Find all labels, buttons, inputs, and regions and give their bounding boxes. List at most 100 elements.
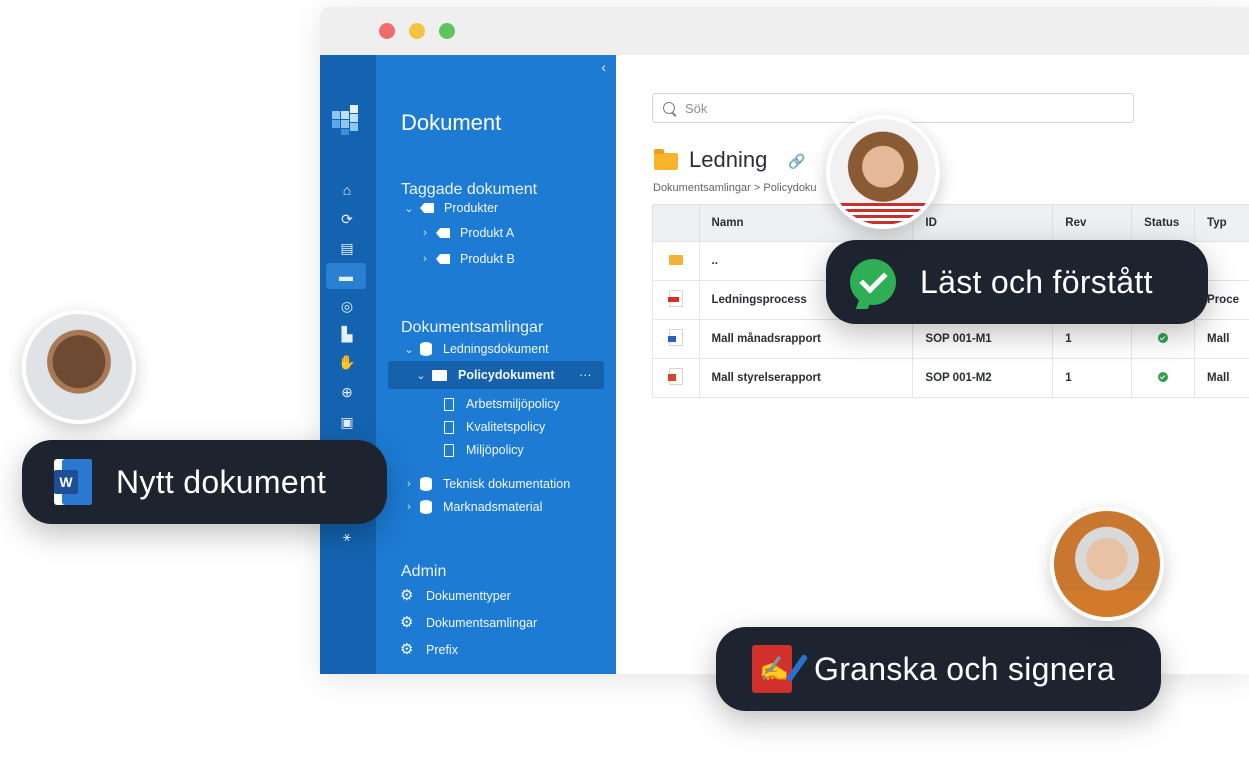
- sidebar-item-prefix[interactable]: ⚙ Prefix: [400, 641, 458, 658]
- column-header-rev[interactable]: Rev: [1052, 204, 1133, 242]
- presentation-icon[interactable]: ▣: [336, 413, 358, 431]
- sidebar-item-produkt-a[interactable]: › Produkt A: [420, 226, 514, 240]
- word-icon: [667, 329, 683, 346]
- column-header-status[interactable]: Status: [1131, 204, 1196, 242]
- sidebar-item-ledningsdokument[interactable]: ⌄ Ledningsdokument: [404, 342, 549, 356]
- home-icon[interactable]: ⌂: [336, 181, 358, 199]
- check-circle-icon[interactable]: ◎: [336, 297, 358, 315]
- sidebar-item-label: Produkt A: [460, 226, 515, 240]
- link-icon[interactable]: 🔗: [788, 153, 805, 170]
- table-row[interactable]: Mall styrelserapport SOP 001-M2 1 Mall: [652, 358, 1249, 398]
- close-window-button[interactable]: [379, 23, 395, 39]
- cell-rev: 1: [1052, 319, 1133, 359]
- read-understood-label: Läst och förstått: [920, 263, 1153, 300]
- database-icon: [420, 477, 432, 491]
- sidebar-item-label: Ledningsdokument: [443, 342, 549, 356]
- document-icon: [444, 443, 454, 457]
- sidebar-item-label: Policydokument: [458, 368, 555, 382]
- column-header-type[interactable]: Typ: [1194, 204, 1249, 242]
- chevron-right-icon[interactable]: ›: [420, 227, 430, 239]
- sidebar-item-marknadsmaterial[interactable]: › Marknadsmaterial: [404, 500, 542, 514]
- chevron-down-icon[interactable]: ⌄: [416, 369, 426, 382]
- window-titlebar: [320, 7, 1249, 56]
- cell-rev: 1: [1052, 358, 1133, 398]
- status-ok-icon: [1158, 371, 1169, 382]
- new-document-callout: Nytt dokument: [22, 440, 387, 524]
- sidebar-item-label: Produkter: [444, 201, 499, 215]
- sidebar-item-arbetsmiljopolicy[interactable]: Arbetsmiljöpolicy: [444, 397, 560, 411]
- collections-heading: Dokumentsamlingar: [401, 319, 544, 336]
- documents-module-icon[interactable]: ▬: [326, 263, 366, 289]
- more-options-icon[interactable]: ···: [579, 368, 592, 382]
- powerpoint-icon: [667, 368, 683, 385]
- avatar: [22, 310, 136, 424]
- sidebar-item-label: Marknadsmaterial: [443, 500, 543, 514]
- app-logo-icon: [332, 105, 358, 135]
- minimize-window-button[interactable]: [409, 23, 425, 39]
- icon-column-header: [652, 204, 700, 242]
- gear-icon: ⚙: [400, 641, 414, 658]
- document-icon: [444, 397, 454, 411]
- document-icon: [444, 420, 454, 434]
- folder-open-icon: [432, 369, 447, 381]
- chevron-right-icon[interactable]: ›: [420, 253, 430, 265]
- cell-id: SOP 001-M1: [912, 319, 1054, 359]
- network-icon[interactable]: ⚹: [336, 527, 358, 545]
- gear-icon: ⚙: [400, 614, 414, 631]
- sidebar-item-label: Teknisk dokumentation: [443, 477, 571, 491]
- sidebar-title: Dokument: [401, 110, 502, 135]
- pdf-sign-icon: [752, 645, 809, 693]
- search-placeholder: Sök: [685, 100, 708, 116]
- sidebar-item-admin-dokumentsamlingar[interactable]: ⚙ Dokumentsamlingar: [400, 614, 538, 631]
- avatar: [826, 115, 940, 229]
- chevron-right-icon[interactable]: ›: [404, 501, 414, 513]
- cell-name: Mall månadsrapport: [698, 319, 914, 359]
- icon-rail: ⌂ ⟳ ▤ ▬ ◎ ▙ ✋ ⊕ ▣ ⚹: [320, 55, 376, 674]
- new-document-label: Nytt dokument: [116, 463, 327, 500]
- sidebar-item-teknisk-dokumentation[interactable]: › Teknisk dokumentation: [404, 477, 570, 491]
- chevron-down-icon[interactable]: ⌄: [404, 202, 414, 215]
- check-badge-icon: [850, 259, 896, 309]
- tagged-documents-heading: Taggade dokument: [401, 181, 538, 198]
- database-icon: [420, 500, 432, 514]
- sidebar-item-label: Prefix: [426, 643, 458, 657]
- cell-type: Mall: [1194, 319, 1249, 359]
- admin-heading: Admin: [401, 563, 447, 580]
- sidebar-item-label: Arbetsmiljöpolicy: [466, 397, 560, 411]
- sidebar-item-produkter[interactable]: ⌄ Produkter: [404, 201, 498, 215]
- tag-icon: [420, 203, 434, 213]
- breadcrumb[interactable]: Dokumentsamlingar > Policydoku: [653, 182, 817, 194]
- lifebuoy-icon[interactable]: ⊕: [336, 383, 358, 401]
- sidebar-item-dokumenttyper[interactable]: ⚙ Dokumenttyper: [400, 587, 511, 604]
- collapse-sidebar-icon[interactable]: ‹: [601, 59, 606, 75]
- hand-icon[interactable]: ✋: [336, 353, 358, 371]
- page-title: Ledning: [689, 147, 768, 172]
- cell-id: SOP 001-M2: [912, 358, 1054, 398]
- tag-icon: [436, 228, 450, 238]
- review-sign-label: Granska och signera: [814, 650, 1115, 687]
- chevron-right-icon[interactable]: ›: [404, 478, 414, 490]
- sidebar-item-label: Dokumenttyper: [426, 589, 511, 603]
- table-row[interactable]: Mall månadsrapport SOP 001-M1 1 Mall: [652, 319, 1249, 359]
- cell-type: Mall: [1194, 358, 1249, 398]
- cycle-icon[interactable]: ⟳: [336, 210, 358, 228]
- sidebar: ‹ Dokument Taggade dokument ⌄ Produkter …: [376, 55, 616, 674]
- cell-status: [1131, 319, 1196, 359]
- gear-icon: ⚙: [400, 587, 414, 604]
- sidebar-item-produkt-b[interactable]: › Produkt B: [420, 252, 515, 266]
- database-icon: [420, 342, 432, 356]
- policydokument-row[interactable]: ⌄ Policydokument: [416, 368, 555, 382]
- maximize-window-button[interactable]: [439, 23, 455, 39]
- review-sign-callout: Granska och signera: [716, 627, 1161, 711]
- document-icon[interactable]: ▤: [336, 239, 358, 257]
- sidebar-item-label: Miljöpolicy: [466, 443, 524, 457]
- search-icon: [663, 102, 675, 114]
- read-understood-callout: Läst och förstått: [826, 240, 1208, 324]
- sidebar-item-label: Kvalitetspolicy: [466, 420, 546, 434]
- factory-icon[interactable]: ▙: [336, 325, 358, 343]
- sidebar-item-kvalitetspolicy[interactable]: Kvalitetspolicy: [444, 420, 545, 434]
- chevron-down-icon[interactable]: ⌄: [404, 343, 414, 356]
- pdf-icon: [667, 290, 683, 307]
- sidebar-item-label: Dokumentsamlingar: [426, 616, 538, 630]
- sidebar-item-miljopolicy[interactable]: Miljöpolicy: [444, 443, 524, 457]
